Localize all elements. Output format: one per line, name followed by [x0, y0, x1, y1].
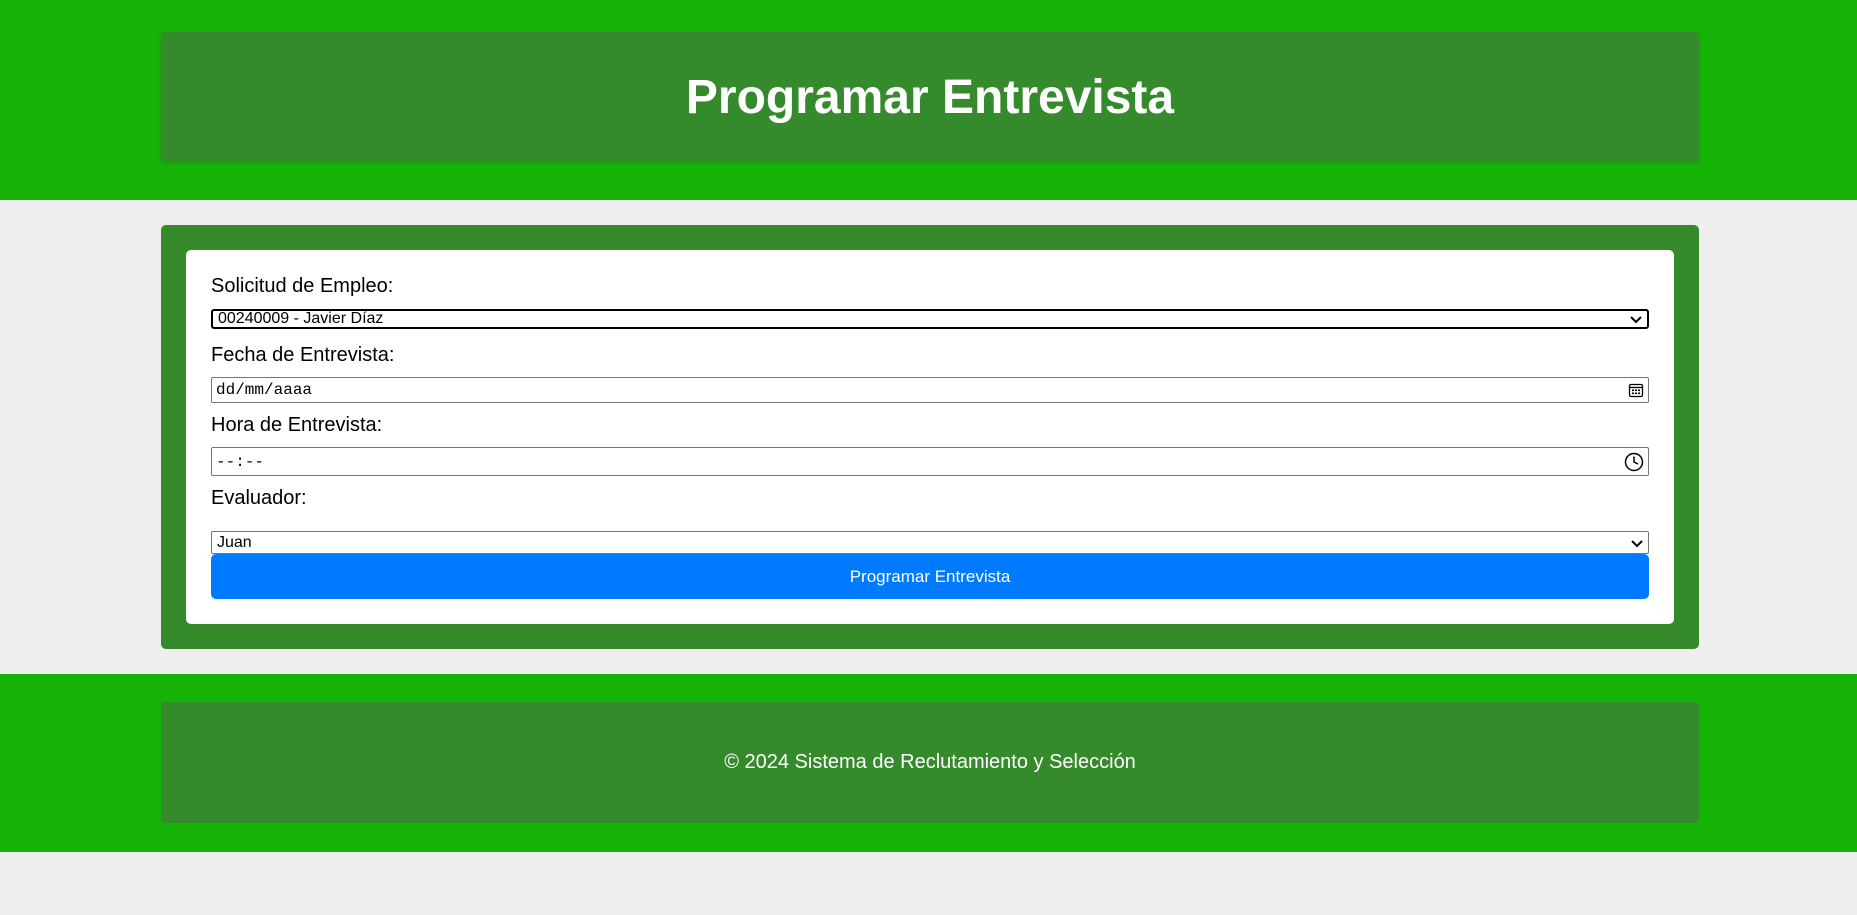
chevron-down-icon	[1631, 539, 1643, 547]
evaluador-label: Evaluador:	[211, 487, 307, 509]
fecha-input[interactable]: dd/mm/aaaa	[211, 377, 1649, 403]
solicitud-select[interactable]: 00240009 - Javier Díaz	[211, 309, 1649, 329]
hora-input[interactable]: --:--	[211, 447, 1649, 476]
footer-panel: © 2024 Sistema de Reclutamiento y Selecc…	[161, 702, 1699, 823]
solicitud-selected-value: 00240009 - Javier Díaz	[218, 310, 384, 327]
fecha-placeholder: dd/mm/aaaa	[216, 381, 313, 399]
header-band: Programar Entrevista	[0, 0, 1857, 200]
evaluador-selected-value: Juan	[217, 533, 252, 551]
clock-icon[interactable]	[1624, 452, 1644, 472]
header-panel: Programar Entrevista	[161, 32, 1699, 162]
form-container: Solicitud de Empleo: 00240009 - Javier D…	[161, 225, 1699, 649]
footer-band: © 2024 Sistema de Reclutamiento y Selecc…	[0, 674, 1857, 852]
page-title: Programar Entrevista	[685, 70, 1175, 124]
hora-placeholder: --:--	[216, 452, 265, 471]
hora-label: Hora de Entrevista:	[211, 414, 383, 436]
calendar-icon[interactable]	[1628, 382, 1644, 398]
footer-copyright: © 2024 Sistema de Reclutamiento y Selecc…	[724, 751, 1136, 773]
programar-entrevista-button[interactable]: Programar Entrevista	[211, 554, 1649, 599]
evaluador-select[interactable]: Juan	[211, 531, 1649, 554]
fecha-label: Fecha de Entrevista:	[211, 344, 395, 366]
solicitud-label: Solicitud de Empleo:	[211, 275, 394, 297]
interview-form: Solicitud de Empleo: 00240009 - Javier D…	[186, 250, 1674, 624]
chevron-down-icon	[1630, 316, 1642, 324]
